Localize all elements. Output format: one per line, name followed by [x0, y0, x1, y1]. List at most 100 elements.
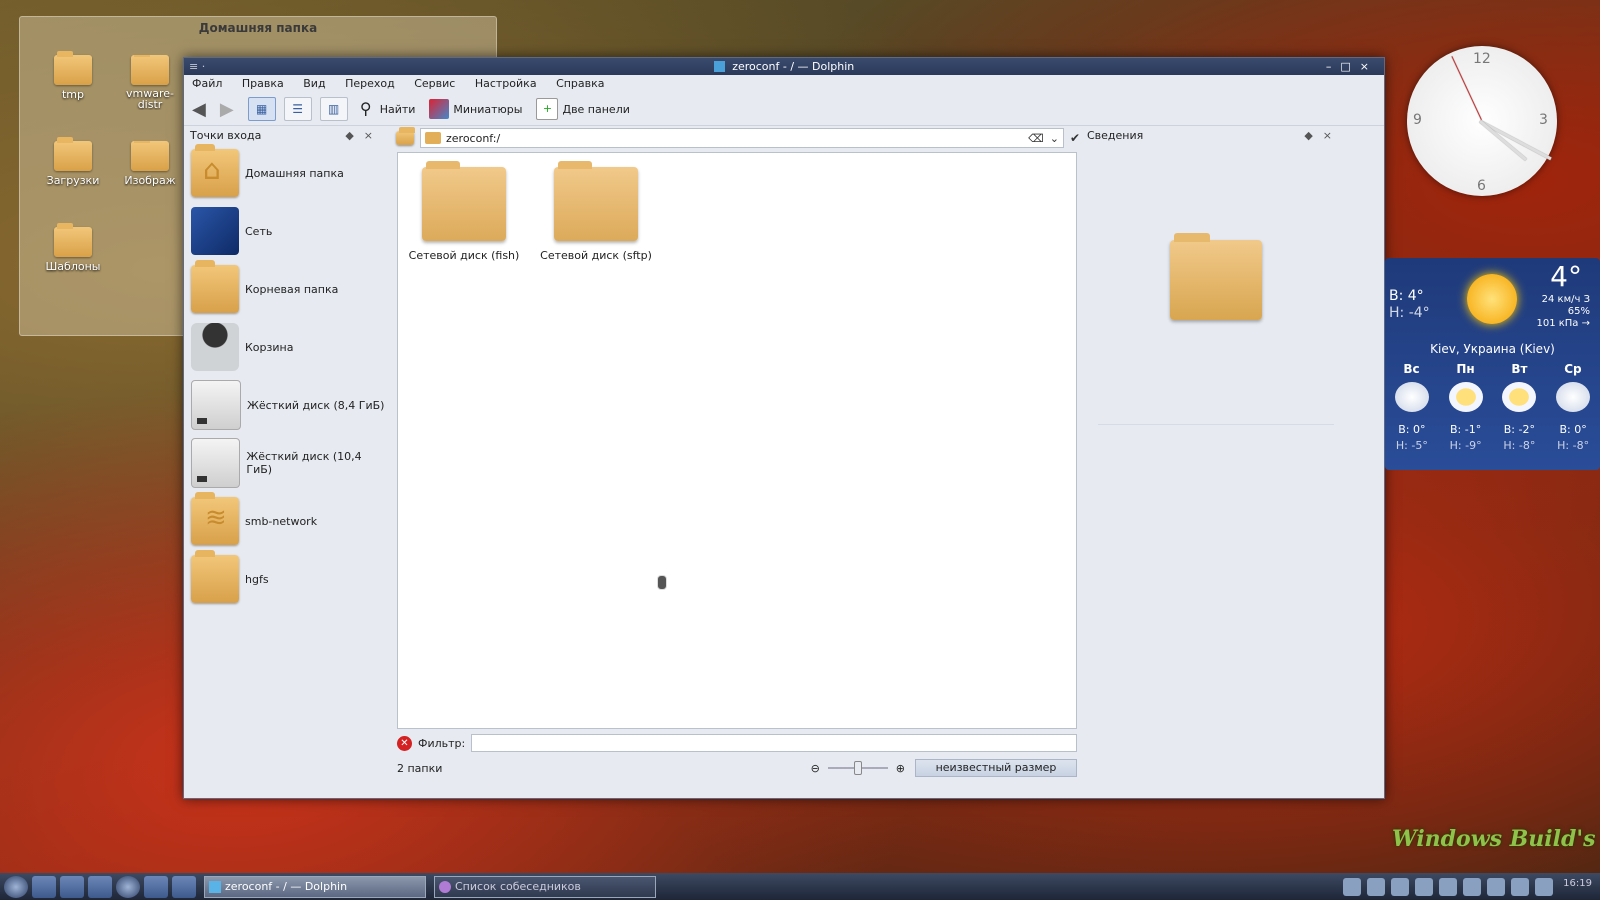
status-bar: 2 папки ⊖ ⊕ неизвестный размер — [397, 758, 1077, 778]
places-item-disk-2[interactable]: Жёсткий диск (10,4 ГиБ) — [187, 434, 389, 492]
menu-file[interactable]: Файл — [192, 77, 222, 90]
tray-notification-icon[interactable] — [1511, 877, 1530, 896]
divider — [1098, 424, 1334, 425]
weather-forecast: В: 0° Н: -5° В: -1° Н: -9° В: -2° Н: -8° В:… — [1395, 423, 1590, 452]
folder-icon — [131, 141, 169, 171]
forward-arrow-icon[interactable]: ▶ — [220, 99, 234, 120]
pager-icon[interactable] — [144, 875, 168, 898]
clear-location-icon[interactable]: ⌫ — [1028, 132, 1044, 145]
dolphin-app-icon — [713, 61, 725, 72]
float-panel-icon[interactable]: ◆ — [1304, 129, 1322, 142]
filter-bar: ✕ Фильтр: — [397, 734, 1077, 752]
places-item-trash[interactable]: Корзина — [187, 318, 389, 376]
zoom-slider[interactable] — [827, 761, 888, 775]
filter-input[interactable] — [471, 734, 1077, 752]
folder-preview-icon — [1170, 233, 1262, 320]
file-item-sftp[interactable]: Сетевой диск (sftp) — [536, 161, 656, 262]
file-item-fish[interactable]: Сетевой диск (fish) — [404, 161, 524, 262]
window-menu-icon[interactable]: ≡ · — [189, 58, 205, 75]
space-info: неизвестный размер — [915, 759, 1077, 777]
location-input[interactable]: zeroconf:/ ⌫ ⌄ — [420, 128, 1064, 148]
menu-edit[interactable]: Правка — [242, 77, 284, 90]
menu-help[interactable]: Справка — [556, 77, 604, 90]
zoom-out-icon[interactable]: ⊖ — [811, 762, 820, 775]
tray-keyboard-layout-icon[interactable] — [1463, 877, 1482, 896]
hard-disk-icon — [191, 380, 241, 430]
desktop-widget-title: Домашняя папка — [198, 21, 318, 35]
minimize-icon[interactable]: – — [1326, 60, 1341, 73]
desktop-icon-vmware[interactable]: vmware- distr — [120, 55, 180, 110]
close-panel-icon[interactable]: × — [1323, 129, 1342, 142]
task-dolphin[interactable]: zeroconf - / — Dolphin — [204, 875, 426, 898]
menu-tools[interactable]: Сервис — [414, 77, 455, 90]
places-item-smb[interactable]: smb-network — [187, 492, 389, 550]
columns-view-button[interactable]: ▥ — [319, 97, 348, 121]
tray-app-icon[interactable] — [1343, 877, 1362, 896]
tray-clock[interactable]: 16:19 — [1563, 878, 1592, 896]
task-contact-list[interactable]: Список собеседников — [434, 875, 656, 898]
find-button[interactable]: ⚲ Найти — [356, 99, 416, 119]
zoom-slider-handle[interactable] — [853, 761, 862, 775]
network-icon — [191, 207, 239, 255]
icons-view-button[interactable]: ▦ — [247, 97, 276, 121]
tray-download-icon[interactable] — [1367, 877, 1386, 896]
file-view[interactable]: Сетевой диск (fish) Сетевой диск (sftp) — [397, 152, 1077, 729]
tray-power-icon[interactable] — [1391, 877, 1410, 896]
maximize-icon[interactable]: □ — [1340, 60, 1359, 73]
clock-numeral-6: 6 — [1477, 178, 1486, 194]
browser-launcher-icon[interactable] — [116, 875, 140, 898]
desktop-icon-tmp[interactable]: tmp — [30, 51, 116, 101]
sun-icon — [1467, 274, 1517, 324]
cloud-icon — [1556, 382, 1591, 412]
folder-icon — [422, 161, 506, 241]
previews-button[interactable]: Миниатюры — [429, 99, 522, 119]
folder-icon[interactable] — [396, 127, 415, 145]
download-folder-icon — [54, 137, 92, 171]
tray-volume-icon[interactable] — [1487, 877, 1506, 896]
cloud-snow-icon — [1394, 382, 1429, 412]
title-bar[interactable]: ≡ · zeroconf - / — Dolphin –□× — [184, 58, 1384, 75]
desktop-icon-downloads[interactable]: Загрузки — [30, 137, 116, 187]
desktop-icon-templates[interactable]: Шаблоны — [30, 223, 116, 273]
weather-forecast-icons — [1385, 382, 1600, 412]
clock-numeral-9: 9 — [1413, 112, 1422, 128]
places-item-disk-1[interactable]: Жёсткий диск (8,4 ГиБ) — [187, 376, 389, 434]
weather-current-temp: 4° — [1550, 260, 1582, 293]
details-view-button[interactable]: ☰ — [283, 97, 312, 121]
split-view-button[interactable]: + Две панели — [536, 98, 630, 120]
float-panel-icon[interactable]: ◆ — [345, 129, 363, 142]
tools-launcher-icon[interactable] — [60, 875, 84, 898]
zoom-in-icon[interactable]: ⊕ — [896, 762, 905, 775]
places-item-network[interactable]: Сеть — [187, 202, 389, 260]
places-panel: Точки входа ◆× Домашняя папка Сеть Корне… — [187, 128, 389, 788]
menu-settings[interactable]: Настройка — [475, 77, 537, 90]
close-filter-icon[interactable]: ✕ — [397, 735, 412, 751]
hard-disk-icon — [191, 438, 241, 488]
places-item-home[interactable]: Домашняя папка — [187, 144, 389, 202]
pager-icon[interactable] — [172, 875, 196, 898]
watermark-brand: Windows Build's — [1392, 826, 1596, 852]
split-panel-icon: + — [536, 98, 559, 120]
back-arrow-icon[interactable]: ◀ — [192, 99, 206, 120]
previews-icon — [429, 99, 450, 119]
tray-network-icon[interactable] — [1415, 877, 1434, 896]
menu-go[interactable]: Переход — [345, 77, 395, 90]
tray-updates-icon[interactable] — [1535, 877, 1554, 896]
close-icon[interactable]: × — [1360, 60, 1378, 73]
mouse-cursor-icon — [657, 575, 667, 590]
folder-icon — [54, 51, 92, 85]
tray-clipboard-icon[interactable] — [1439, 877, 1458, 896]
kde-menu-icon[interactable] — [4, 875, 28, 898]
settings-launcher-icon[interactable] — [88, 875, 112, 898]
menu-view[interactable]: Вид — [303, 77, 325, 90]
desktop-launcher-icon[interactable] — [32, 875, 56, 898]
folder-icon — [131, 55, 169, 85]
close-panel-icon[interactable]: × — [364, 129, 383, 142]
places-item-root[interactable]: Корневая папка — [187, 260, 389, 318]
desktop-icon-images[interactable]: Изображ — [120, 141, 180, 187]
confirm-location-icon[interactable]: ✔ — [1070, 131, 1080, 145]
home-folder-icon — [191, 144, 239, 197]
places-item-hgfs[interactable]: hgfs — [187, 550, 389, 608]
weather-city: Kiev, Украина (Kiev) — [1430, 342, 1555, 356]
chevron-down-icon[interactable]: ⌄ — [1050, 132, 1059, 145]
